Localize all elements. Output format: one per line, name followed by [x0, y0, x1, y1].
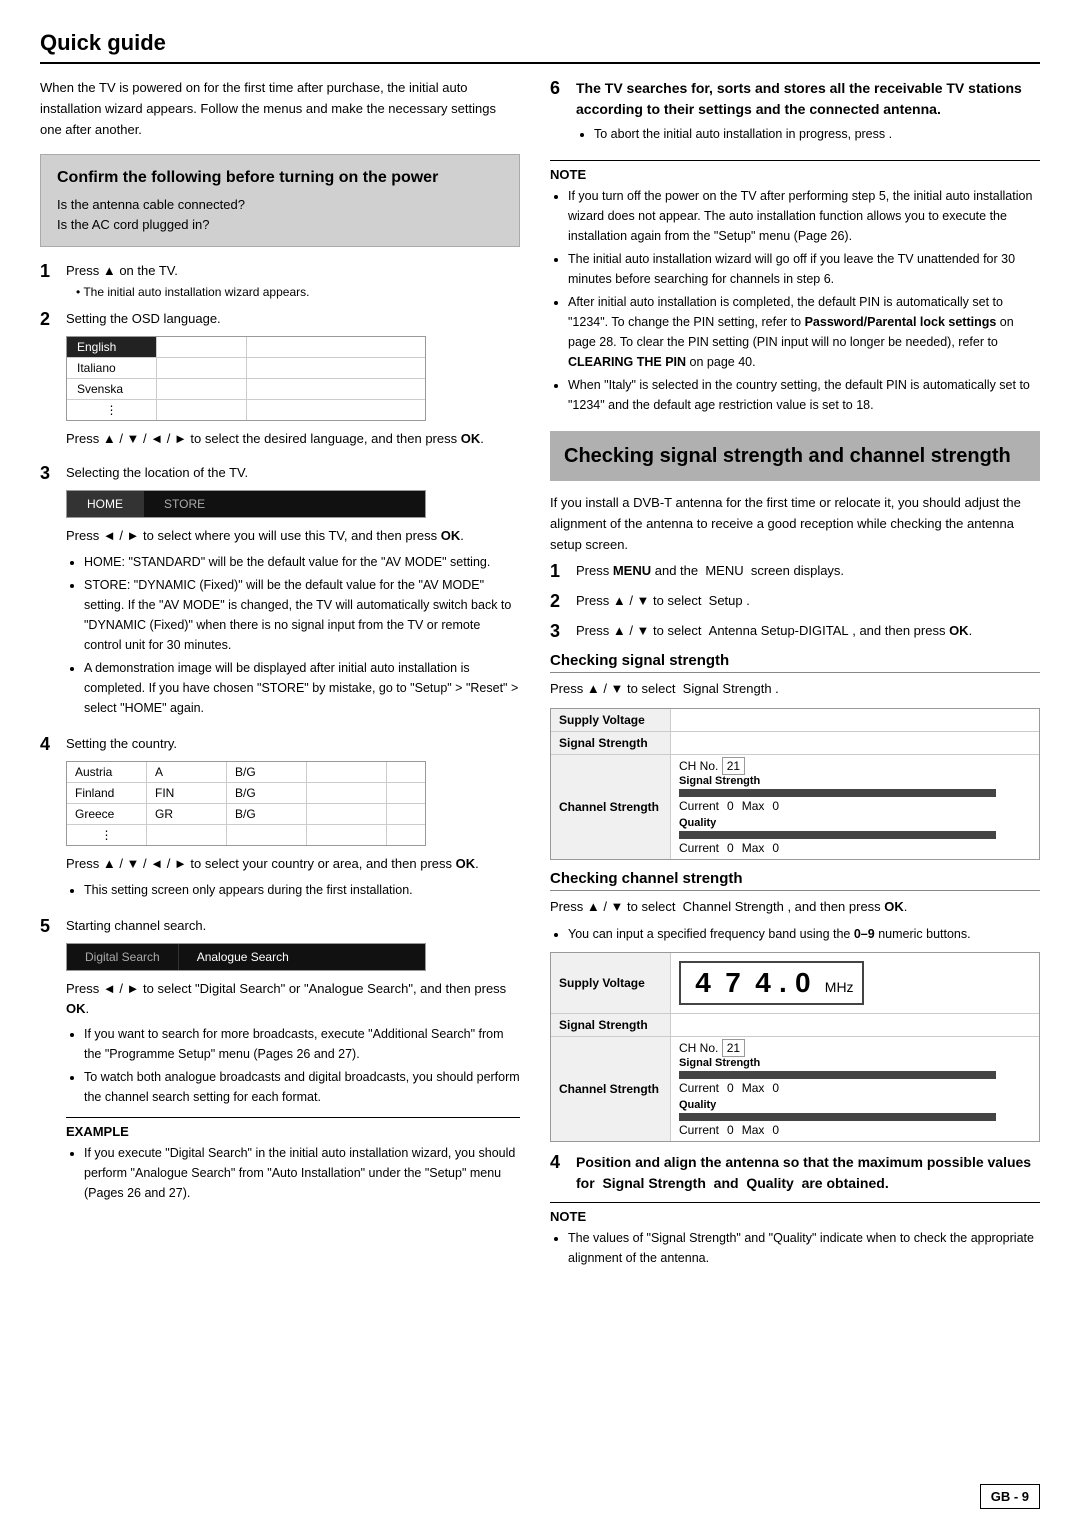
step-5: 5 Starting channel search. Digital Searc…	[40, 916, 520, 1212]
section-heading: Checking signal strength and channel str…	[550, 431, 1040, 481]
confirm-line1: Is the antenna cable connected?Is the AC…	[57, 195, 503, 234]
note-box-bottom: NOTE The values of "Signal Strength" and…	[550, 1202, 1040, 1268]
location-bullets: HOME: "STANDARD" will be the default val…	[84, 552, 520, 718]
frequency-display[interactable]: 4 7 4 . 0 MHz	[679, 961, 864, 1005]
step2-text: Setting the OSD language.	[66, 309, 520, 329]
step-6: 6 The TV searches for, sorts and stores …	[550, 78, 1040, 152]
max-qual-2: 0	[772, 1123, 779, 1137]
analogue-search-option[interactable]: Analogue Search	[179, 944, 307, 970]
right-column: 6 The TV searches for, sorts and stores …	[550, 78, 1040, 1483]
current-val-1: 0	[727, 799, 734, 813]
section-title: Checking signal strength and channel str…	[564, 443, 1026, 469]
step-r1: 1 Press MENU and the MENU screen display…	[550, 561, 1040, 583]
confirm-heading: Confirm the following before turning on …	[57, 169, 503, 187]
signal-strength-table: Supply Voltage Signal Strength Channel S…	[550, 708, 1040, 860]
left-column: When the TV is powered on for the first …	[40, 78, 520, 1483]
channel-strength-table: Supply Voltage 4 7 4 . 0 MHz	[550, 952, 1040, 1142]
step-1: 1 Press ▲ on the TV. • The initial auto …	[40, 261, 520, 301]
intro-text: When the TV is powered on for the first …	[40, 78, 520, 140]
freq-d3: 4	[749, 967, 777, 999]
max-qual-1: 0	[772, 841, 779, 855]
step-4: 4 Setting the country. Austria A B/G	[40, 734, 520, 908]
page-badge: GB - 9	[980, 1484, 1040, 1509]
language-table: English Italiano Svenska	[66, 336, 426, 421]
step4-text: Setting the country.	[66, 734, 520, 754]
freq-d2: 7	[719, 967, 747, 999]
step5-text: Starting channel search.	[66, 916, 520, 936]
freq-unit: MHz	[825, 979, 854, 999]
note-label-right: NOTE	[550, 167, 1040, 182]
step6-main: The TV searches for, sorts and stores al…	[576, 78, 1040, 120]
signal-bar-2	[679, 1071, 996, 1079]
step-3: 3 Selecting the location of the TV. HOME…	[40, 463, 520, 726]
step-r1-text: Press MENU and the MENU screen displays.	[576, 561, 1040, 581]
note-label-bottom: NOTE	[550, 1209, 1040, 1224]
max-val-2: 0	[772, 1081, 779, 1095]
freq-d4: 0	[789, 967, 817, 999]
signal-press-line: Press ▲ / ▼ to select Signal Strength .	[550, 679, 1040, 700]
current-qual-2: 0	[727, 1123, 734, 1137]
country-note: Press ▲ / ▼ / ◄ / ► to select your count…	[66, 854, 520, 874]
location-table: HOME STORE	[66, 490, 426, 518]
step-r2: 2 Press ▲ / ▼ to select Setup .	[550, 591, 1040, 613]
lang-row-english: English	[67, 337, 425, 358]
lang-row-dots: ⋮	[67, 400, 425, 420]
channel-press-line: Press ▲ / ▼ to select Channel Strength ,…	[550, 897, 1040, 918]
step-2: 2 Setting the OSD language. English Ital…	[40, 309, 520, 455]
step3-text: Selecting the location of the TV.	[66, 463, 520, 483]
lang-italiano[interactable]: Italiano	[67, 358, 157, 378]
quality-bar-2	[679, 1113, 996, 1121]
search-note: Press ◄ / ► to select "Digital Search" o…	[66, 979, 520, 1018]
step1-sub: • The initial auto installation wizard a…	[76, 283, 520, 301]
digital-search-option[interactable]: Digital Search	[67, 944, 179, 970]
lang-svenska[interactable]: Svenska	[67, 379, 157, 399]
search-table: Digital Search Analogue Search	[66, 943, 426, 971]
country-table: Austria A B/G Finland FIN B/G	[66, 761, 426, 846]
location-store[interactable]: STORE	[144, 491, 225, 517]
note-box-right: NOTE If you turn off the power on the TV…	[550, 160, 1040, 415]
ch-no-1[interactable]: 21	[722, 757, 745, 775]
quality-bar-1	[679, 831, 996, 839]
ch-no-2[interactable]: 21	[722, 1039, 745, 1057]
step-r2-text: Press ▲ / ▼ to select Setup .	[576, 591, 1040, 611]
example-label: EXAMPLE	[66, 1124, 520, 1139]
location-home[interactable]: HOME	[67, 491, 144, 517]
checking-channel-heading: Checking channel strength	[550, 870, 1040, 891]
lang-row-italiano: Italiano	[67, 358, 425, 379]
lang-english[interactable]: English	[67, 337, 157, 357]
page-title: Quick guide	[40, 30, 1040, 64]
step1-text: Press ▲ on the TV.	[66, 261, 520, 281]
max-val-1: 0	[772, 799, 779, 813]
signal-bar-1	[679, 789, 996, 797]
step-r4-text: Position and align the antenna so that t…	[576, 1152, 1040, 1194]
current-val-2: 0	[727, 1081, 734, 1095]
example-box: EXAMPLE If you execute "Digital Search" …	[66, 1117, 520, 1203]
step-r4: 4 Position and align the antenna so that…	[550, 1152, 1040, 1194]
section-intro: If you install a DVB-T antenna for the f…	[550, 493, 1040, 555]
location-note: Press ◄ / ► to select where you will use…	[66, 526, 520, 546]
step-r3: 3 Press ▲ / ▼ to select Antenna Setup-DI…	[550, 621, 1040, 643]
step-r3-text: Press ▲ / ▼ to select Antenna Setup-DIGI…	[576, 621, 1040, 641]
checking-signal-heading: Checking signal strength	[550, 652, 1040, 673]
confirm-box: Confirm the following before turning on …	[40, 154, 520, 247]
language-note: Press ▲ / ▼ / ◄ / ► to select the desire…	[66, 429, 520, 449]
current-qual-1: 0	[727, 841, 734, 855]
freq-d1: 4	[689, 967, 717, 999]
page: Quick guide When the TV is powered on fo…	[0, 0, 1080, 1529]
lang-row-svenska: Svenska	[67, 379, 425, 400]
